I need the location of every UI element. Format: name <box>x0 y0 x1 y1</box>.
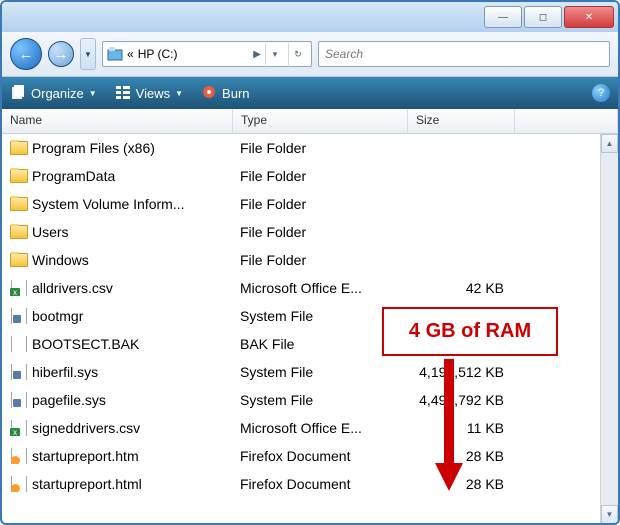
address-prefix: « <box>127 47 134 61</box>
file-type: Firefox Document <box>232 448 406 464</box>
views-label: Views <box>136 86 170 101</box>
excel-icon <box>10 280 28 296</box>
burn-icon <box>201 84 217 103</box>
scrollbar[interactable]: ▲ ▼ <box>600 134 618 524</box>
file-row[interactable]: Users File Folder <box>2 218 618 246</box>
file-name: bootmgr <box>32 308 83 324</box>
folder-icon <box>10 252 28 268</box>
header-type[interactable]: Type <box>233 109 408 133</box>
close-button[interactable]: ✕ <box>564 6 614 28</box>
file-name: startupreport.html <box>32 476 142 492</box>
file-name: BOOTSECT.BAK <box>32 336 139 352</box>
maximize-button[interactable]: ◻ <box>524 6 562 28</box>
file-name: Users <box>32 224 69 240</box>
file-name: hiberfil.sys <box>32 364 98 380</box>
history-dropdown[interactable]: ▼ <box>80 38 96 70</box>
file-row[interactable]: pagefile.sysSystem File4,499,792 KB <box>2 386 618 414</box>
annotation-arrow <box>438 359 460 491</box>
file-name: Program Files (x86) <box>32 140 155 156</box>
file-row[interactable]: alldrivers.csv Microsoft Office E...42 KB <box>2 274 618 302</box>
scroll-up-button[interactable]: ▲ <box>601 134 618 153</box>
file-type: BAK File <box>232 336 406 352</box>
address-dropdown[interactable]: ▾ <box>265 43 284 65</box>
file-type: System File <box>232 364 406 380</box>
organize-icon <box>10 84 26 103</box>
file-name: ProgramData <box>32 168 115 184</box>
search-input[interactable]: Search <box>318 41 610 67</box>
file-type: File Folder <box>232 196 406 212</box>
file-row[interactable]: hiberfil.sysSystem File4,193,512 KB <box>2 358 618 386</box>
address-bar[interactable]: « HP (C:) ▶ ▾ ↻ <box>102 41 312 67</box>
file-type: Microsoft Office E... <box>232 420 406 436</box>
chevron-down-icon: ▼ <box>89 89 97 98</box>
file-name: System Volume Inform... <box>32 196 185 212</box>
minimize-button[interactable]: — <box>484 6 522 28</box>
sys-icon <box>10 308 28 324</box>
folder-icon <box>10 140 28 156</box>
folder-icon <box>10 196 28 212</box>
file-name: pagefile.sys <box>32 392 106 408</box>
annotation-text: 4 GB of RAM <box>409 320 531 343</box>
file-type: File Folder <box>232 168 406 184</box>
nav-bar: ← → ▼ « HP (C:) ▶ ▾ ↻ Search <box>2 32 618 77</box>
burn-label: Burn <box>222 86 249 101</box>
file-type: File Folder <box>232 140 406 156</box>
folder-icon <box>10 224 28 240</box>
header-size[interactable]: Size <box>408 109 515 133</box>
location-icon <box>107 46 123 62</box>
sys-icon <box>10 392 28 408</box>
file-row[interactable]: ProgramData File Folder <box>2 162 618 190</box>
file-type: File Folder <box>232 224 406 240</box>
file-row[interactable]: Program Files (x86) File Folder <box>2 134 618 162</box>
toolbar: Organize ▼ Views ▼ Burn ? <box>2 77 618 109</box>
file-name: startupreport.htm <box>32 448 139 464</box>
header-name[interactable]: Name <box>2 109 233 133</box>
back-button[interactable]: ← <box>10 38 42 70</box>
excel-icon <box>10 420 28 436</box>
refresh-button[interactable]: ↻ <box>288 43 307 65</box>
scroll-down-button[interactable]: ▼ <box>601 505 618 524</box>
column-headers: Name Type Size <box>2 109 618 134</box>
file-name: alldrivers.csv <box>32 280 113 296</box>
annotation-box: 4 GB of RAM <box>382 307 558 356</box>
file-row[interactable]: startupreport.htmlFirefox Document28 KB <box>2 470 618 498</box>
file-row[interactable]: Windows File Folder <box>2 246 618 274</box>
header-spacer <box>515 109 618 133</box>
address-text: HP (C:) <box>138 47 250 61</box>
file-type: System File <box>232 392 406 408</box>
file-size: 42 KB <box>406 280 512 296</box>
views-menu[interactable]: Views ▼ <box>115 84 183 103</box>
explorer-window: — ◻ ✕ ← → ▼ « HP (C:) ▶ ▾ ↻ Search Organ… <box>0 0 620 525</box>
burn-button[interactable]: Burn <box>201 84 249 103</box>
file-name: Windows <box>32 252 89 268</box>
folder-icon <box>10 168 28 184</box>
address-sep: ▶ <box>253 49 261 60</box>
organize-label: Organize <box>31 86 84 101</box>
sys-icon <box>10 364 28 380</box>
file-type: Firefox Document <box>232 476 406 492</box>
file-row[interactable]: startupreport.htmFirefox Document28 KB <box>2 442 618 470</box>
file-type: System File <box>232 308 406 324</box>
organize-menu[interactable]: Organize ▼ <box>10 84 97 103</box>
file-name: signeddrivers.csv <box>32 420 140 436</box>
file-row[interactable]: signeddrivers.csvMicrosoft Office E...11… <box>2 414 618 442</box>
chevron-down-icon: ▼ <box>175 89 183 98</box>
fx-icon <box>10 476 28 492</box>
file-row[interactable]: System Volume Inform... File Folder <box>2 190 618 218</box>
file-list: Program Files (x86)File FolderProgramDat… <box>2 134 618 524</box>
blank-icon <box>10 336 28 352</box>
help-button[interactable]: ? <box>592 84 610 102</box>
titlebar: — ◻ ✕ <box>2 2 618 32</box>
file-type: File Folder <box>232 252 406 268</box>
views-icon <box>115 84 131 103</box>
file-type: Microsoft Office E... <box>232 280 406 296</box>
forward-button[interactable]: → <box>48 41 74 67</box>
fx-icon <box>10 448 28 464</box>
